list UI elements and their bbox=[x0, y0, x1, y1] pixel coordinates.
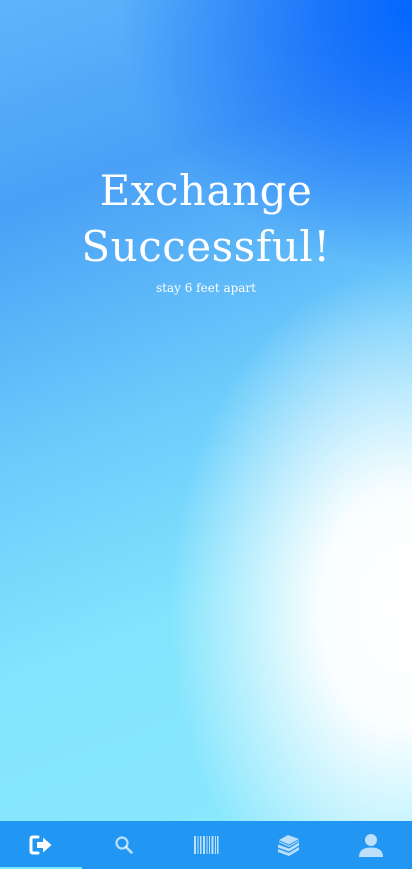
search-icon bbox=[114, 835, 134, 855]
success-screen: Exchange Successful! stay 6 feet apart bbox=[0, 0, 412, 821]
headline-line-1: Exchange bbox=[99, 166, 313, 215]
sign-out-icon bbox=[28, 834, 54, 856]
tab-profile[interactable] bbox=[330, 821, 412, 869]
user-icon bbox=[358, 832, 384, 858]
headline-line-2: Successful! bbox=[81, 222, 331, 271]
tab-barcode[interactable] bbox=[165, 821, 247, 869]
bottom-tab-bar bbox=[0, 821, 412, 869]
tab-sign-out[interactable] bbox=[0, 821, 83, 869]
tab-books[interactable] bbox=[247, 821, 329, 869]
books-icon bbox=[275, 833, 301, 857]
success-headline: Exchange Successful! bbox=[0, 163, 412, 275]
tab-search[interactable] bbox=[82, 821, 164, 869]
barcode-icon bbox=[193, 834, 219, 856]
success-subtitle: stay 6 feet apart bbox=[155, 281, 256, 295]
